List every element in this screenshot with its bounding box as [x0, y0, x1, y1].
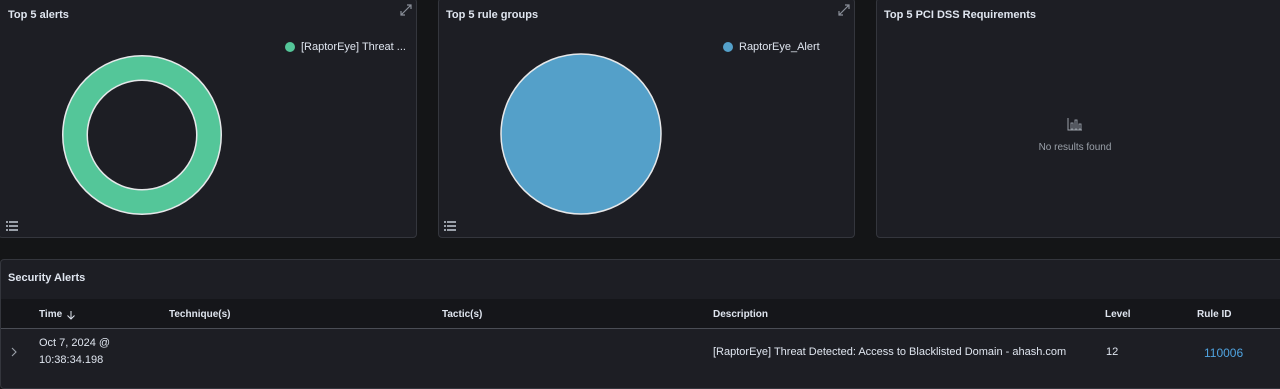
pie-chart [500, 53, 662, 215]
pie-slice-raptoreye-alert[interactable] [500, 53, 662, 215]
top-rule-groups-title: Top 5 rule groups [446, 9, 539, 21]
top-alerts-panel: Top 5 alerts [RaptorEye] Threat ... [0, 0, 417, 238]
legend-dot [285, 42, 295, 52]
chevron-right-icon[interactable] [10, 347, 18, 357]
chart-empty-icon [1067, 118, 1082, 131]
expand-icon[interactable] [398, 2, 414, 18]
top-pci-panel: Top 5 PCI DSS Requirements No results fo… [876, 0, 1280, 238]
top-alerts-title: Top 5 alerts [8, 9, 69, 21]
cell-level: 12 [1106, 346, 1119, 358]
table-row[interactable]: Oct 7, 2024 @ 10:38:34.198 [RaptorEye] T… [1, 329, 1280, 379]
sort-down-icon[interactable] [66, 310, 76, 320]
table-header: Time Technique(s) Tactic(s) Description … [1, 299, 1280, 329]
column-header-description[interactable]: Description [713, 309, 768, 320]
rule-id-link[interactable]: 110006 [1204, 346, 1243, 360]
legend-item-rule-group[interactable]: RaptorEye_Alert [723, 41, 820, 53]
list-icon[interactable] [444, 221, 456, 231]
column-header-techniques[interactable]: Technique(s) [169, 309, 230, 320]
security-alerts-title: Security Alerts [8, 272, 86, 284]
empty-state: No results found [877, 117, 1273, 153]
empty-state-text: No results found [1038, 142, 1112, 153]
column-header-rule-id[interactable]: Rule ID [1197, 309, 1231, 320]
cell-description: [RaptorEye] Threat Detected: Access to B… [713, 346, 1067, 358]
expand-icon[interactable] [836, 2, 852, 18]
security-alerts-panel: Security Alerts Time Technique(s) Tactic… [0, 259, 1280, 389]
top-rule-groups-panel: Top 5 rule groups RaptorEye_Alert [438, 0, 855, 238]
cell-time-date: Oct 7, 2024 @ [39, 337, 111, 349]
donut-chart [62, 55, 222, 215]
legend-label: RaptorEye_Alert [739, 41, 820, 53]
top-pci-title: Top 5 PCI DSS Requirements [884, 9, 1036, 21]
cell-time-clock: 10:38:34.198 [39, 354, 104, 366]
list-icon[interactable] [6, 221, 18, 231]
column-header-level[interactable]: Level [1105, 309, 1131, 320]
donut-slice-threat[interactable] [63, 56, 221, 214]
column-header-time[interactable]: Time [39, 309, 76, 320]
legend-item-top-alert[interactable]: [RaptorEye] Threat ... [285, 41, 406, 53]
legend-dot [723, 42, 733, 52]
legend-label: [RaptorEye] Threat ... [301, 41, 406, 53]
column-header-tactics[interactable]: Tactic(s) [442, 309, 482, 320]
